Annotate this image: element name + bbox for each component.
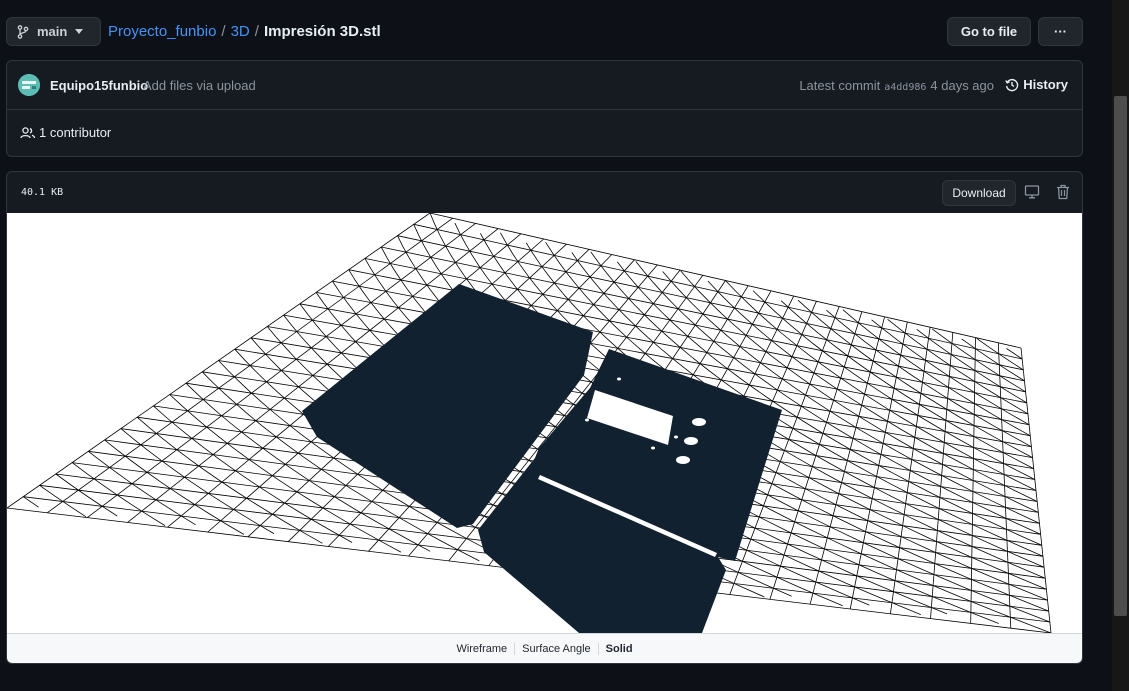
lid-hole [674, 435, 678, 439]
branch-name: main [37, 24, 68, 39]
grid-line [104, 439, 245, 535]
grid-line [826, 309, 1032, 448]
latest-commit-label: Latest commit [799, 78, 881, 93]
commit-row: Equipo15funbio Add files via upload Late… [7, 61, 1082, 110]
commit-message-link[interactable]: Add files via upload [143, 78, 256, 93]
branch-selector-button[interactable]: main [6, 17, 101, 46]
grid-line [871, 319, 1030, 426]
page-scrollbar-thumb[interactable] [1114, 96, 1127, 616]
view-mode-wireframe[interactable]: Wireframe [449, 643, 514, 655]
contributors-link[interactable]: 1 contributor [20, 125, 111, 140]
contributors-label: 1 contributor [39, 125, 112, 140]
triangle-down-icon [75, 29, 84, 34]
view-mode-solid[interactable]: Solid [599, 643, 640, 655]
history-button[interactable]: History [1005, 77, 1068, 92]
latest-commit-info: Latest commit a4dd986 4 days ago [799, 78, 994, 93]
lid-hole [651, 446, 655, 450]
breadcrumb: Proyecto_funbio / 3D / Impresión 3D.stl [108, 23, 381, 40]
git-branch-icon [17, 24, 29, 39]
download-button[interactable]: Download [942, 180, 1016, 206]
breadcrumb-separator: / [221, 23, 226, 40]
commit-sha-link[interactable]: a4dd986 [884, 82, 926, 93]
file-size: 40.1 KB [21, 187, 64, 198]
view-mode-bar: Wireframe Surface Angle Solid [7, 633, 1082, 663]
file-panel: 40.1 KB Download Wireframe Surface Angle… [6, 171, 1083, 664]
avatar[interactable] [18, 74, 40, 96]
history-label: History [1023, 77, 1068, 92]
desktop-icon[interactable] [1024, 184, 1040, 200]
breadcrumb-current-file: Impresión 3D.stl [263, 23, 381, 40]
trash-icon[interactable] [1056, 184, 1070, 200]
breadcrumb-folder-link[interactable]: 3D [231, 23, 250, 40]
lid-hole [585, 418, 589, 422]
commit-author-link[interactable]: Equipo15funbio [50, 78, 148, 93]
go-to-file-button[interactable]: Go to file [947, 17, 1031, 46]
more-options-button[interactable]: ··· [1038, 17, 1083, 46]
breadcrumb-repo-link[interactable]: Proyecto_funbio [108, 23, 216, 40]
view-mode-surface-angle[interactable]: Surface Angle [515, 643, 598, 655]
latest-commit-box: Equipo15funbio Add files via upload Late… [6, 60, 1083, 157]
breadcrumb-separator: / [254, 23, 259, 40]
history-icon [1005, 78, 1019, 92]
commit-age: 4 days ago [930, 78, 994, 93]
lid-hole [617, 377, 621, 381]
grid-line [88, 450, 196, 526]
people-icon [20, 126, 36, 140]
lid-hole [676, 456, 690, 464]
lid-hole [692, 418, 706, 426]
stl-model-solid [302, 284, 782, 633]
stl-viewer-canvas[interactable] [7, 213, 1082, 633]
grid-line [136, 416, 323, 544]
lid-hole [684, 437, 698, 445]
stl-3d-viewer[interactable] [7, 213, 1082, 633]
